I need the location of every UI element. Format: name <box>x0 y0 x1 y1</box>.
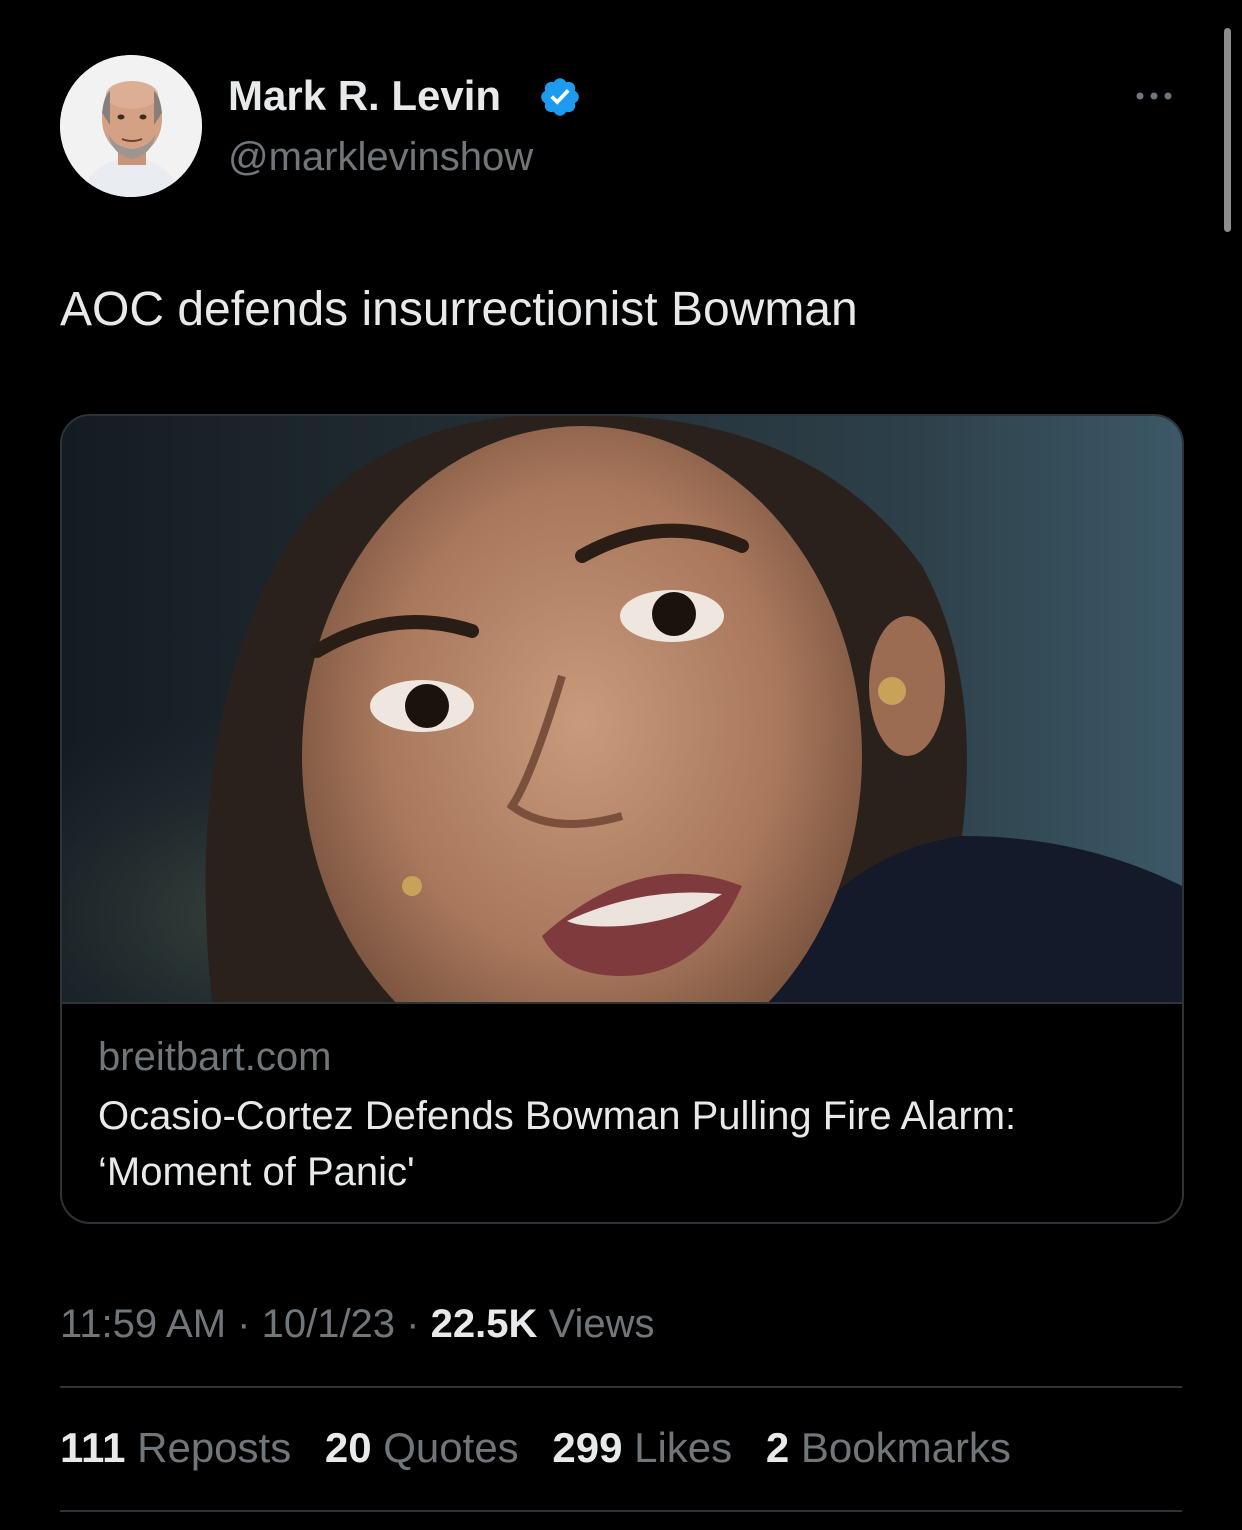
verified-badge-icon <box>541 78 579 116</box>
engagement-stats: 111 Reposts 20 Quotes 299 Likes 2 Bookma… <box>60 1420 1033 1476</box>
likes-count: 299 <box>552 1424 623 1471</box>
divider <box>60 1386 1182 1388</box>
reposts-stat[interactable]: 111 Reposts <box>60 1420 291 1476</box>
quotes-stat[interactable]: 20 Quotes <box>325 1420 519 1476</box>
link-card-divider <box>62 1002 1182 1004</box>
link-card-domain: breitbart.com <box>98 1035 332 1079</box>
link-card-image <box>62 416 1182 1002</box>
views-count: 22.5K <box>430 1302 538 1346</box>
avatar[interactable] <box>60 55 202 197</box>
author-display-name[interactable]: Mark R. Levin <box>228 70 501 122</box>
reposts-count: 111 <box>60 1424 126 1471</box>
tweet-time[interactable]: 11:59 AM <box>60 1302 226 1346</box>
scrollbar-thumb[interactable] <box>1224 28 1231 232</box>
more-dots-icon[interactable] <box>1128 78 1180 114</box>
tweet-date[interactable]: 10/1/23 <box>262 1302 395 1346</box>
bookmarks-count: 2 <box>765 1424 790 1471</box>
author-handle[interactable]: @marklevinshow <box>228 132 533 182</box>
views-label: Views <box>548 1302 655 1346</box>
tweet-text: AOC defends insurrectionist Bowman <box>60 283 858 336</box>
bookmarks-stat[interactable]: 2 Bookmarks <box>766 1420 1011 1476</box>
quotes-count: 20 <box>324 1424 372 1471</box>
divider <box>60 1510 1182 1512</box>
bookmarks-label: Bookmarks <box>800 1424 1011 1471</box>
likes-label: Likes <box>634 1424 733 1471</box>
quotes-label: Quotes <box>383 1424 519 1471</box>
meta-separator: · <box>395 1302 431 1346</box>
reposts-label: Reposts <box>137 1424 292 1471</box>
tweet-meta: 11:59 AM · 10/1/23 · 22.5K Views <box>60 1296 654 1352</box>
avatar-portrait <box>60 55 202 197</box>
link-card-title: Ocasio-Cortez Defends Bowman Pulling Fir… <box>98 1094 1017 1194</box>
meta-separator: · <box>226 1302 262 1346</box>
likes-stat[interactable]: 299 Likes <box>552 1420 732 1476</box>
link-card[interactable]: breitbart.com Ocasio-Cortez Defends Bowm… <box>60 414 1184 1224</box>
